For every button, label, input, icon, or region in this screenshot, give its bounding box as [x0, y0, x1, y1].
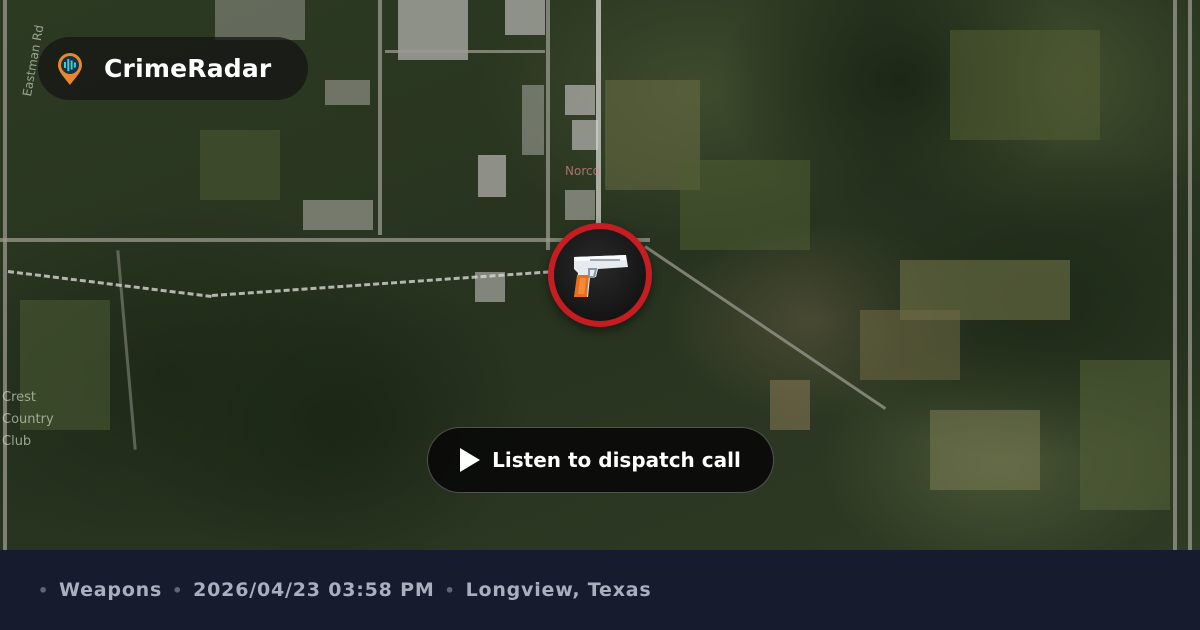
map-label-place: Club — [2, 434, 32, 449]
map-field — [930, 410, 1040, 490]
map-field — [770, 380, 810, 430]
map-road — [644, 245, 887, 410]
map-road — [378, 0, 382, 235]
map-label-place: Country — [2, 412, 54, 427]
separator-dot: • — [444, 580, 456, 600]
map-field — [20, 300, 110, 430]
map-field — [860, 310, 960, 380]
map-building — [565, 190, 595, 220]
gun-icon — [574, 255, 628, 297]
map-field — [950, 30, 1100, 140]
map-building — [565, 85, 595, 115]
separator-dot: • — [172, 580, 184, 600]
map-building — [215, 0, 305, 40]
brand-name: CrimeRadar — [104, 54, 272, 83]
map-field — [200, 130, 280, 200]
map-road — [385, 50, 545, 53]
incident-category: Weapons — [59, 579, 163, 601]
map-road — [1173, 0, 1177, 550]
incident-marker[interactable] — [548, 223, 652, 327]
map-building — [572, 120, 598, 150]
map-road — [0, 238, 650, 242]
map-building — [505, 0, 545, 35]
map-road — [546, 0, 550, 250]
play-icon — [460, 448, 481, 472]
incident-location: Longview, Texas — [465, 579, 652, 601]
listen-dispatch-button[interactable]: Listen to dispatch call — [427, 427, 774, 493]
map-road — [116, 250, 137, 450]
separator-dot: • — [38, 580, 50, 600]
map-field — [1080, 360, 1170, 510]
map-building — [478, 155, 506, 197]
map-building — [325, 80, 370, 105]
incident-datetime: 2026/04/23 03:58 PM — [193, 579, 435, 601]
map-label-business: Norco — [565, 164, 600, 178]
map-road — [1188, 0, 1192, 550]
incident-marker-inner — [554, 229, 646, 321]
brand-badge[interactable]: CrimeRadar — [38, 37, 308, 100]
incident-info-bar: • Weapons • 2026/04/23 03:58 PM • Longvi… — [0, 550, 1200, 630]
listen-dispatch-label: Listen to dispatch call — [492, 448, 741, 472]
map-road — [596, 0, 601, 230]
map-road — [3, 0, 7, 550]
map-trail — [7, 270, 212, 298]
map-building — [303, 200, 373, 230]
map-building — [522, 85, 544, 155]
map-field — [680, 160, 810, 250]
map-label-place: Crest — [2, 390, 37, 405]
radar-pin-icon — [52, 51, 88, 87]
